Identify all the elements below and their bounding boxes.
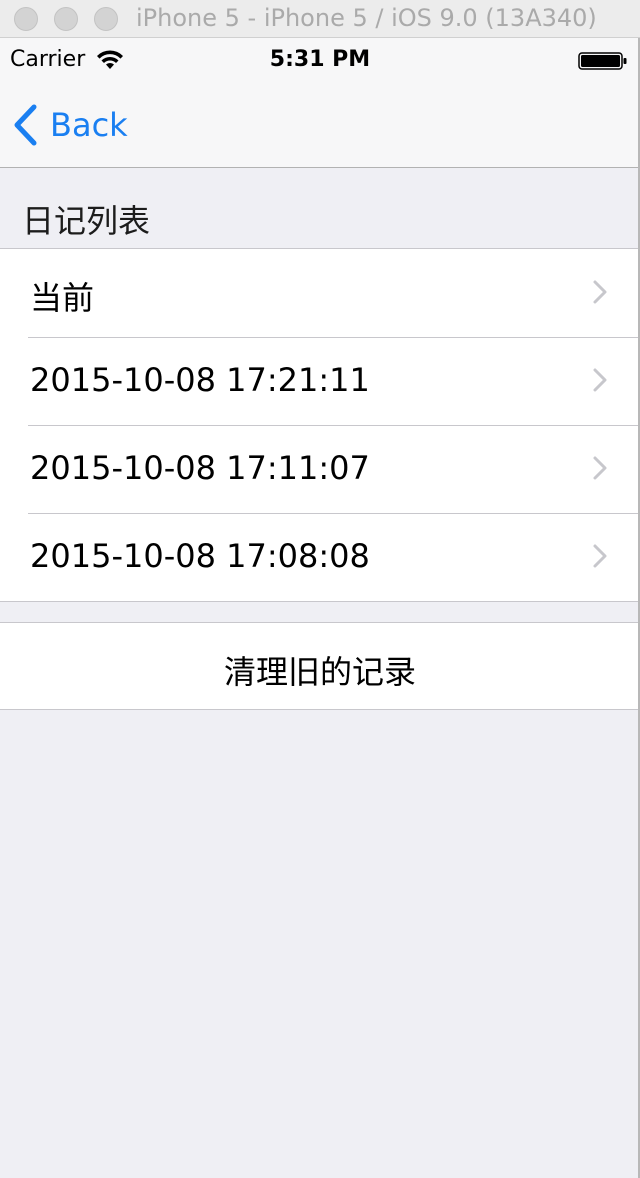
diary-list: 当前 2015-10-08 17:21:11 2015-10-08 17:11:…	[0, 248, 640, 602]
back-button-label: Back	[50, 106, 128, 144]
battery-icon	[578, 52, 627, 70]
section-header-diary-list: 日记列表	[22, 202, 151, 240]
back-button[interactable]: Back	[12, 102, 128, 148]
chevron-right-icon	[593, 368, 607, 392]
clear-old-records-label: 清理旧的记录	[223, 653, 416, 691]
navigation-bar: Back	[0, 82, 640, 168]
status-bar: Carrier 5:31 PM	[0, 38, 640, 82]
diary-list-item[interactable]: 2015-10-08 17:21:11	[0, 337, 640, 425]
diary-list-item-current[interactable]: 当前	[0, 249, 640, 337]
minimize-window-button[interactable]	[54, 7, 78, 31]
list-item-label: 当前	[30, 279, 95, 317]
chevron-right-icon	[593, 456, 607, 480]
chevron-left-icon	[14, 104, 37, 146]
diary-list-item[interactable]: 2015-10-08 17:11:07	[0, 425, 640, 513]
window-title: iPhone 5 - iPhone 5 / iOS 9.0 (13A340)	[136, 4, 597, 32]
list-item-label: 2015-10-08 17:11:07	[30, 449, 370, 487]
status-time: 5:31 PM	[269, 47, 371, 72]
clear-old-records-button[interactable]: 清理旧的记录	[0, 622, 640, 710]
simulator-window: iPhone 5 - iPhone 5 / iOS 9.0 (13A340) C…	[0, 0, 640, 1178]
chevron-right-icon	[593, 280, 607, 304]
diary-list-item[interactable]: 2015-10-08 17:08:08	[0, 513, 640, 601]
chevron-right-icon	[593, 544, 607, 568]
close-window-button[interactable]	[14, 7, 38, 31]
list-item-label: 2015-10-08 17:21:11	[30, 361, 370, 399]
list-item-label: 2015-10-08 17:08:08	[30, 537, 370, 575]
window-titlebar: iPhone 5 - iPhone 5 / iOS 9.0 (13A340)	[0, 0, 640, 38]
zoom-window-button[interactable]	[94, 7, 118, 31]
